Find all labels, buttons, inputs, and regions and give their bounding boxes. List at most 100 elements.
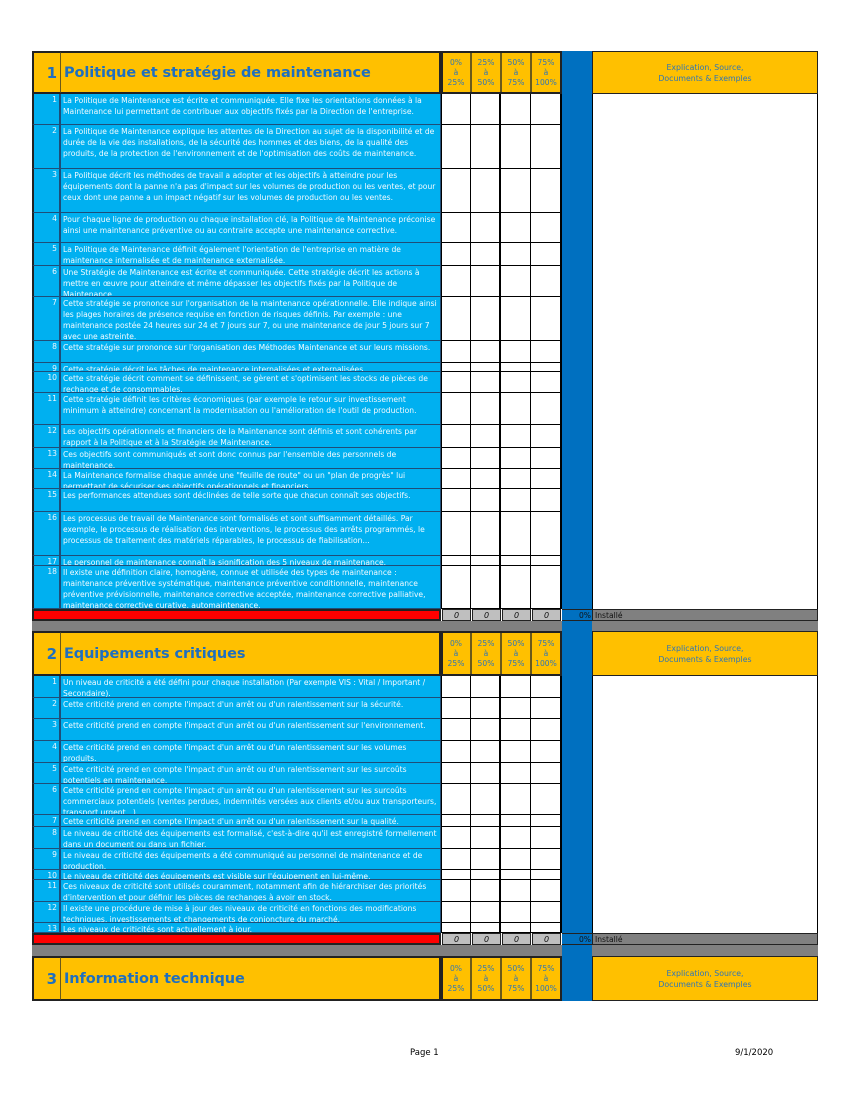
- score-cell[interactable]: [471, 341, 501, 363]
- score-cell[interactable]: [531, 849, 562, 870]
- score-cell[interactable]: [531, 815, 562, 827]
- score-cell[interactable]: [531, 243, 562, 266]
- score-cell[interactable]: [471, 297, 501, 341]
- explanation-field[interactable]: [592, 676, 818, 933]
- score-cell[interactable]: [441, 266, 471, 297]
- score-cell[interactable]: [441, 870, 471, 880]
- score-cell[interactable]: [501, 902, 531, 923]
- score-cell[interactable]: [471, 243, 501, 266]
- score-cell[interactable]: [441, 425, 471, 448]
- score-cell[interactable]: [441, 94, 471, 125]
- score-cell[interactable]: [441, 341, 471, 363]
- score-cell[interactable]: [531, 372, 562, 393]
- score-cell[interactable]: [531, 469, 562, 489]
- score-cell[interactable]: [531, 341, 562, 363]
- score-cell[interactable]: [501, 815, 531, 827]
- score-cell[interactable]: [441, 923, 471, 933]
- score-cell[interactable]: [531, 741, 562, 763]
- score-cell[interactable]: [441, 448, 471, 469]
- score-cell[interactable]: [531, 880, 562, 902]
- score-cell[interactable]: [501, 880, 531, 902]
- score-cell[interactable]: [471, 372, 501, 393]
- score-cell[interactable]: [471, 784, 501, 815]
- score-cell[interactable]: [471, 870, 501, 880]
- score-cell[interactable]: [531, 827, 562, 849]
- score-cell[interactable]: [441, 469, 471, 489]
- score-cell[interactable]: [501, 169, 531, 213]
- score-cell[interactable]: [501, 698, 531, 719]
- score-cell[interactable]: [441, 169, 471, 213]
- score-cell[interactable]: [501, 243, 531, 266]
- score-cell[interactable]: [471, 556, 501, 566]
- score-cell[interactable]: [531, 363, 562, 372]
- score-cell[interactable]: [471, 815, 501, 827]
- score-cell[interactable]: [501, 784, 531, 815]
- score-cell[interactable]: [501, 719, 531, 741]
- score-cell[interactable]: [531, 297, 562, 341]
- score-cell[interactable]: [531, 393, 562, 425]
- score-cell[interactable]: [531, 676, 562, 698]
- score-cell[interactable]: [501, 763, 531, 784]
- score-cell[interactable]: [531, 125, 562, 169]
- score-cell[interactable]: [441, 489, 471, 512]
- score-cell[interactable]: [471, 902, 501, 923]
- score-cell[interactable]: [441, 719, 471, 741]
- score-cell[interactable]: [471, 169, 501, 213]
- score-cell[interactable]: [441, 902, 471, 923]
- score-cell[interactable]: [531, 556, 562, 566]
- score-cell[interactable]: [471, 125, 501, 169]
- score-cell[interactable]: [441, 213, 471, 243]
- score-cell[interactable]: [441, 556, 471, 566]
- score-cell[interactable]: [441, 512, 471, 556]
- score-cell[interactable]: [441, 393, 471, 425]
- explanation-field[interactable]: [592, 94, 818, 609]
- score-cell[interactable]: [441, 741, 471, 763]
- score-cell[interactable]: [441, 363, 471, 372]
- score-cell[interactable]: [501, 448, 531, 469]
- score-cell[interactable]: [471, 566, 501, 609]
- score-cell[interactable]: [471, 393, 501, 425]
- score-cell[interactable]: [471, 676, 501, 698]
- score-cell[interactable]: [441, 676, 471, 698]
- score-cell[interactable]: [471, 512, 501, 556]
- score-cell[interactable]: [531, 448, 562, 469]
- score-cell[interactable]: [501, 827, 531, 849]
- score-cell[interactable]: [501, 125, 531, 169]
- score-cell[interactable]: [501, 556, 531, 566]
- score-cell[interactable]: [531, 566, 562, 609]
- score-cell[interactable]: [471, 827, 501, 849]
- score-cell[interactable]: [471, 213, 501, 243]
- score-cell[interactable]: [501, 923, 531, 933]
- score-cell[interactable]: [501, 94, 531, 125]
- score-cell[interactable]: [531, 698, 562, 719]
- score-cell[interactable]: [501, 469, 531, 489]
- score-cell[interactable]: [501, 849, 531, 870]
- score-cell[interactable]: [441, 566, 471, 609]
- score-cell[interactable]: [501, 566, 531, 609]
- score-cell[interactable]: [471, 880, 501, 902]
- score-cell[interactable]: [471, 469, 501, 489]
- score-cell[interactable]: [471, 363, 501, 372]
- score-cell[interactable]: [501, 870, 531, 880]
- score-cell[interactable]: [501, 512, 531, 556]
- score-cell[interactable]: [501, 213, 531, 243]
- score-cell[interactable]: [501, 297, 531, 341]
- score-cell[interactable]: [471, 448, 501, 469]
- score-cell[interactable]: [501, 266, 531, 297]
- score-cell[interactable]: [441, 827, 471, 849]
- score-cell[interactable]: [441, 784, 471, 815]
- score-cell[interactable]: [471, 94, 501, 125]
- score-cell[interactable]: [501, 363, 531, 372]
- score-cell[interactable]: [441, 243, 471, 266]
- score-cell[interactable]: [501, 341, 531, 363]
- score-cell[interactable]: [531, 425, 562, 448]
- score-cell[interactable]: [501, 425, 531, 448]
- score-cell[interactable]: [501, 741, 531, 763]
- score-cell[interactable]: [531, 763, 562, 784]
- score-cell[interactable]: [471, 489, 501, 512]
- score-cell[interactable]: [441, 372, 471, 393]
- score-cell[interactable]: [531, 266, 562, 297]
- score-cell[interactable]: [441, 880, 471, 902]
- score-cell[interactable]: [531, 870, 562, 880]
- score-cell[interactable]: [501, 393, 531, 425]
